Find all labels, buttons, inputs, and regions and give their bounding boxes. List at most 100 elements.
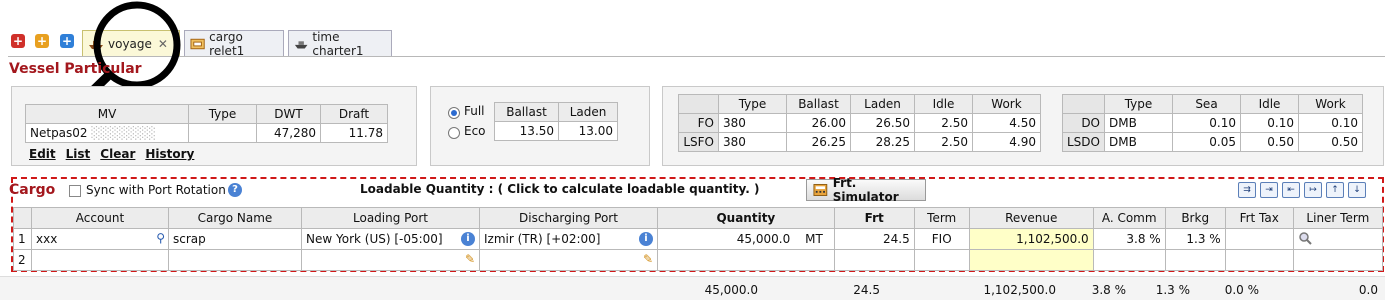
vessel-type-cell[interactable] [188,123,257,143]
do-work-cell[interactable]: 0.10 [1298,113,1363,133]
quantity-cell[interactable]: 45,000.0 [657,228,795,250]
insert-before-icon[interactable]: ⇤ [1282,182,1300,198]
full-radio[interactable] [448,107,460,119]
pencil-icon[interactable]: ✎ [465,252,475,266]
tab-cargo-relet[interactable]: cargo relet1 [184,30,284,58]
history-link[interactable]: History [145,147,194,161]
vessel-dwt-cell[interactable]: 47,280 [256,123,321,143]
frt-tax-cell[interactable] [1224,228,1294,250]
fuel-work-cell[interactable]: 4.50 [972,113,1041,133]
table-row: 2 ✎ ✎ [13,249,1384,271]
clear-link[interactable]: Clear [100,147,135,161]
move-down-icon[interactable]: ↓ [1348,182,1366,198]
do-idle-cell[interactable]: 0.10 [1240,113,1299,133]
frt-tax-cell[interactable] [1224,249,1294,271]
fuel-laden-cell[interactable]: 26.50 [850,113,915,133]
eco-label: Eco [464,124,486,138]
liner-term-cell[interactable] [1292,249,1384,271]
insert-row-icon[interactable]: ⇥ [1260,182,1278,198]
vessel-draft-cell[interactable]: 11.78 [320,123,388,143]
row-number: 1 [13,228,32,250]
do-sea-cell[interactable]: 0.05 [1172,132,1241,152]
diesel-row-label: LSDO [1062,132,1105,152]
eco-ballast-cell[interactable]: 13.50 [493,121,560,141]
discharging-port-cell[interactable]: ✎ [479,249,658,271]
pencil-icon[interactable]: ✎ [643,252,653,266]
help-icon[interactable]: ? [228,183,242,197]
do-type-cell[interactable]: DMB [1104,113,1173,133]
col-dwt: DWT [256,104,321,124]
frt-simulator-label: Frt. Simulator [832,176,899,204]
unit-cell[interactable] [794,249,835,271]
col-term: Term [913,207,970,229]
discharging-port-cell[interactable]: Izmir (TR) [+02:00] i [479,228,658,250]
fuel-work-cell[interactable]: 4.90 [972,132,1041,152]
col-cargo-name: Cargo Name [168,207,302,229]
term-cell[interactable] [913,249,970,271]
info-icon[interactable]: i [461,232,475,246]
acomm-cell[interactable]: 3.8 % [1092,228,1166,250]
search-icon[interactable]: ⚲ [156,231,165,245]
fuel-ballast-cell[interactable]: 26.25 [786,132,851,152]
speed-table: Ballast Laden 13.50 13.00 [493,102,618,141]
cargo-table: Account Cargo Name Loading Port Discharg… [13,207,1384,271]
do-type-cell[interactable]: DMB [1104,132,1173,152]
do-idle-cell[interactable]: 0.50 [1240,132,1299,152]
import-row-icon[interactable]: ⇉ [1238,182,1256,198]
cargo-name-cell[interactable]: scrap [168,228,302,250]
insert-after-icon[interactable]: ↦ [1304,182,1322,198]
fuel-type-cell[interactable]: 380 [718,132,787,152]
col-frt-tax: Frt Tax [1224,207,1294,229]
col-mv: MV [25,104,189,124]
col-do-work: Work [1298,94,1363,114]
quantity-cell[interactable] [657,249,795,271]
col-quantity: Quantity [657,207,835,229]
fuel-idle-cell[interactable]: 2.50 [914,113,973,133]
col-type: Type [188,104,257,124]
eco-laden-cell[interactable]: 13.00 [558,121,618,141]
loading-port-cell[interactable]: ✎ [301,249,480,271]
fuel-laden-cell[interactable]: 28.25 [850,132,915,152]
do-work-cell[interactable]: 0.50 [1298,132,1363,152]
brkg-cell[interactable]: 1.3 % [1164,228,1226,250]
info-icon[interactable]: i [639,232,653,246]
tab-time-charter[interactable]: time charter1 [288,29,392,58]
term-cell[interactable]: FIO [913,228,970,250]
tab-label: time charter1 [312,29,364,58]
brkg-cell[interactable] [1164,249,1226,271]
loading-port-cell[interactable]: New York (US) [-05:00] i [301,228,480,250]
list-link[interactable]: List [66,147,91,161]
liner-term-cell[interactable] [1292,228,1384,250]
fuel-table: Type Ballast Laden Idle Work FO 380 26.0… [678,94,1041,152]
sync-checkbox[interactable] [69,185,81,197]
frt-cell[interactable] [833,249,915,271]
move-up-icon[interactable]: ↑ [1326,182,1344,198]
account-cell[interactable] [31,249,169,271]
frt-cell[interactable]: 24.5 [833,228,915,250]
col-draft: Draft [320,104,388,124]
col-fuel-idle: Idle [914,94,973,114]
do-sea-cell[interactable]: 0.10 [1172,113,1241,133]
fuel-ballast-cell[interactable]: 26.00 [786,113,851,133]
vessel-mv-cell[interactable]: Netpas02 ░░░░░░░ [25,123,189,143]
revenue-cell[interactable]: 1,102,500.0 [968,228,1094,250]
magnifier-icon[interactable] [1298,231,1312,245]
total-frt-tax: 0.0 % [1224,283,1259,297]
total-brkg: 1.3 % [1155,283,1190,297]
col-fuel-type: Type [718,94,787,114]
diesel-table: Type Sea Idle Work DO DMB 0.10 0.10 0.10… [1062,94,1363,152]
unit-cell[interactable]: MT [794,228,835,250]
fuel-type-cell[interactable]: 380 [718,113,787,133]
total-revenue: 1,102,500.0 [983,283,1056,297]
account-cell[interactable]: xxx ⚲ [31,228,169,250]
loadable-quantity-link[interactable]: Loadable Quantity : ( Click to calculate… [360,182,759,196]
cargo-name-cell[interactable] [168,249,302,271]
edit-link[interactable]: Edit [29,147,56,161]
fuel-idle-cell[interactable]: 2.50 [914,132,973,152]
app-window: + + + voyage ✕ cargo relet1 time charter… [0,0,1385,300]
frt-simulator-button[interactable]: Frt. Simulator [806,176,926,204]
eco-radio[interactable] [448,127,460,139]
revenue-cell[interactable] [968,249,1094,271]
total-acomm: 3.8 % [1091,283,1126,297]
acomm-cell[interactable] [1092,249,1166,271]
